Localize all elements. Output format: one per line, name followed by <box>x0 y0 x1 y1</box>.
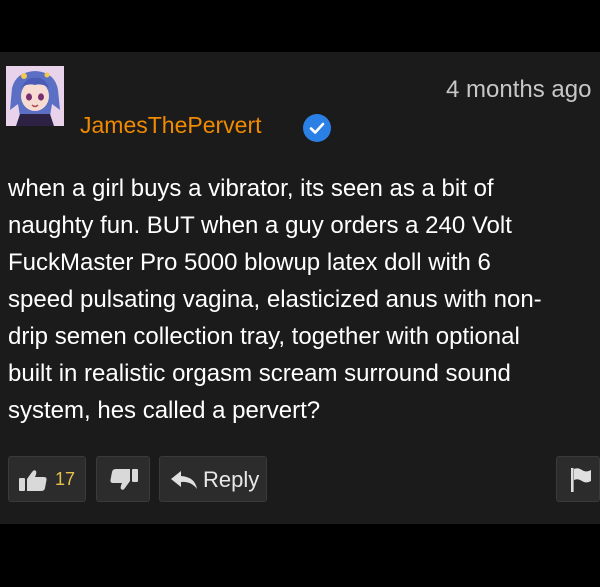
reply-label: Reply <box>203 467 260 492</box>
comment-line: system, hes called a pervert? <box>8 397 321 424</box>
comment-timestamp: 4 months ago <box>446 76 592 103</box>
thumbs-down-icon <box>110 469 138 490</box>
dislike-button[interactable] <box>96 456 150 502</box>
flag-icon <box>571 468 591 492</box>
comment-line: speed pulsating vagina, elasticized anus… <box>8 286 542 313</box>
like-button[interactable]: 17 <box>8 456 86 502</box>
avatar[interactable] <box>6 66 64 126</box>
flag-button[interactable] <box>556 456 600 502</box>
reply-arrow-icon <box>171 471 197 489</box>
verified-check-icon <box>303 114 331 142</box>
thumbs-up-icon <box>19 470 47 491</box>
comment-text: when a girl buys a vibrator, its seen as… <box>8 170 600 429</box>
comment-card: 4 months ago JamesThePervert when a girl… <box>0 52 600 524</box>
username-link[interactable]: JamesThePervert <box>80 112 262 139</box>
screenshot-frame: 4 months ago JamesThePervert when a girl… <box>0 0 600 587</box>
comment-line: drip semen collection tray, together wit… <box>8 323 520 350</box>
comment-line: built in realistic orgasm scream surroun… <box>8 360 511 387</box>
reply-button[interactable]: Reply <box>159 456 267 502</box>
comment-line: FuckMaster Pro 5000 blowup latex doll wi… <box>8 249 491 276</box>
comment-line: when a girl buys a vibrator, its seen as… <box>8 175 494 202</box>
comment-line: naughty fun. BUT when a guy orders a 240… <box>8 212 512 239</box>
like-count: 17 <box>55 469 76 489</box>
